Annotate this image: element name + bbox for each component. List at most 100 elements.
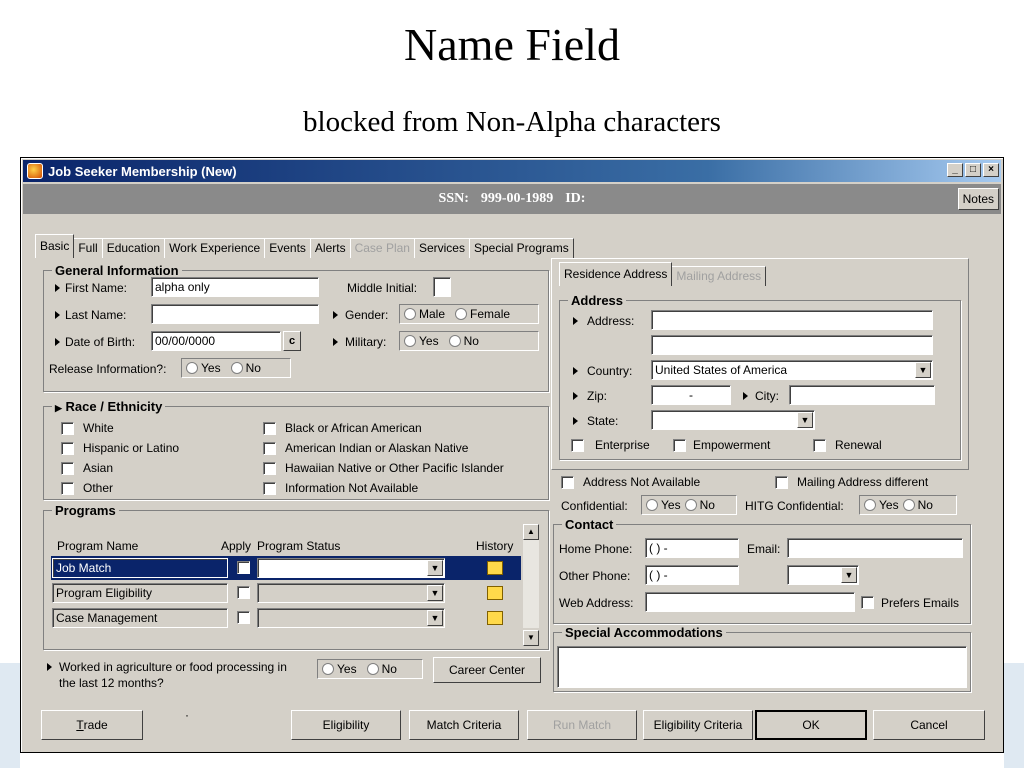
hawaiian-checkbox[interactable] <box>263 462 276 475</box>
scroll-down-icon[interactable]: ▼ <box>523 630 539 646</box>
tab-services[interactable]: Services <box>413 238 470 258</box>
cancel-button[interactable]: Cancel <box>873 710 985 740</box>
minimize-icon[interactable]: _ <box>947 163 963 177</box>
program-name-cell[interactable]: Program Eligibility <box>52 583 228 603</box>
hispanic-label: Hispanic or Latino <box>83 441 180 455</box>
tab-events[interactable]: Events <box>264 238 311 258</box>
country-select[interactable]: United States of America ▼ <box>651 360 933 380</box>
address-line2-input[interactable] <box>651 335 933 355</box>
renewal-checkbox[interactable] <box>813 439 826 452</box>
tab-work-experience[interactable]: Work Experience <box>164 238 266 258</box>
ok-button[interactable]: OK <box>755 710 867 740</box>
tab-residence-address[interactable]: Residence Address <box>559 262 673 286</box>
eligibility-button[interactable]: Eligibility <box>291 710 401 740</box>
tab-alerts[interactable]: Alerts <box>309 238 351 258</box>
first-name-input[interactable]: alpha only <box>151 277 319 297</box>
calendar-button[interactable]: c <box>283 331 301 351</box>
ssn-value: 999-00-1989 <box>480 191 554 206</box>
city-input[interactable] <box>789 385 935 405</box>
release-yes-radio[interactable]: Yes <box>186 361 221 375</box>
run-match-button[interactable]: Run Match <box>527 710 637 740</box>
special-accommodations-textarea[interactable] <box>557 646 967 688</box>
history-folder-icon[interactable] <box>487 586 503 600</box>
notes-button[interactable]: Notes <box>957 188 999 210</box>
enterprise-checkbox[interactable] <box>571 439 584 452</box>
confidential-no-radio[interactable]: No <box>684 498 715 512</box>
slide-title: Name Field <box>404 19 620 70</box>
military-yes-radio[interactable]: Yes <box>404 334 439 348</box>
history-folder-icon[interactable] <box>487 561 503 575</box>
chevron-down-icon[interactable]: ▼ <box>797 412 813 428</box>
programs-group: Programs <box>43 503 549 650</box>
history-folder-icon[interactable] <box>487 611 503 625</box>
scrollbar-track[interactable] <box>523 540 539 628</box>
program-name-cell[interactable]: Job Match <box>52 558 228 578</box>
military-no-radio[interactable]: No <box>448 334 479 348</box>
prefers-emails-checkbox[interactable] <box>861 596 874 609</box>
address-tabs: Residence Address Mailing Address <box>559 262 767 286</box>
chevron-down-icon[interactable]: ▼ <box>427 610 443 626</box>
agri-yes-radio[interactable]: Yes <box>322 662 357 676</box>
trade-button[interactable]: Trade <box>41 710 143 740</box>
scroll-up-icon[interactable]: ▲ <box>523 524 539 540</box>
last-name-input[interactable] <box>151 304 319 324</box>
white-checkbox[interactable] <box>61 422 74 435</box>
program-status-select[interactable]: ▼ <box>257 608 445 628</box>
phone-type-select[interactable]: ▼ <box>787 565 859 585</box>
gender-female-radio[interactable]: Female <box>455 307 510 321</box>
tab-mailing-address[interactable]: Mailing Address <box>671 266 767 286</box>
maximize-icon[interactable]: □ <box>965 163 981 177</box>
apply-checkbox[interactable] <box>237 561 250 574</box>
web-address-input[interactable] <box>645 592 855 612</box>
state-select[interactable]: ▼ <box>651 410 815 430</box>
tab-case-plan[interactable]: Case Plan <box>349 238 415 258</box>
address-not-available-checkbox[interactable] <box>561 476 574 489</box>
hispanic-checkbox[interactable] <box>61 442 74 455</box>
program-status-select[interactable]: ▼ <box>257 558 445 578</box>
career-center-button[interactable]: Career Center <box>433 657 541 683</box>
eligibility-criteria-button[interactable]: Eligibility Criteria <box>643 710 753 740</box>
home-phone-input[interactable]: ( ) - <box>645 538 739 558</box>
agri-no-radio[interactable]: No <box>366 662 397 676</box>
chevron-down-icon[interactable]: ▼ <box>427 585 443 601</box>
release-no-radio[interactable]: No <box>230 361 261 375</box>
asian-checkbox[interactable] <box>61 462 74 475</box>
prefers-emails-label: Prefers Emails <box>881 596 960 610</box>
dob-input[interactable]: 00/00/0000 <box>151 331 281 351</box>
tab-full[interactable]: Full <box>73 238 103 258</box>
required-arrow-icon <box>573 317 578 325</box>
other-phone-input[interactable]: ( ) - <box>645 565 739 585</box>
close-icon[interactable]: × <box>983 163 999 177</box>
american-indian-label: American Indian or Alaskan Native <box>285 441 469 455</box>
empowerment-checkbox[interactable] <box>673 439 686 452</box>
match-criteria-button[interactable]: Match Criteria <box>409 710 519 740</box>
black-checkbox[interactable] <box>263 422 276 435</box>
chevron-down-icon[interactable]: ▼ <box>915 362 931 378</box>
program-name-cell[interactable]: Case Management <box>52 608 228 628</box>
apply-checkbox[interactable] <box>237 611 250 624</box>
release-info-label: Release Information?: <box>49 362 167 376</box>
chevron-down-icon[interactable]: ▼ <box>841 567 857 583</box>
hitg-no-radio[interactable]: No <box>902 498 933 512</box>
tab-basic[interactable]: Basic <box>35 234 75 258</box>
program-status-select[interactable]: ▼ <box>257 583 445 603</box>
email-input[interactable] <box>787 538 963 558</box>
main-tabs: Basic Full Education Work Experience Eve… <box>35 234 574 258</box>
middle-initial-input[interactable] <box>433 277 451 297</box>
tab-education[interactable]: Education <box>101 238 166 258</box>
title-bar[interactable]: Job Seeker Membership (New) _ □ × <box>23 160 1001 182</box>
other-race-checkbox[interactable] <box>61 482 74 495</box>
confidential-yes-radio[interactable]: Yes <box>646 498 681 512</box>
address-line1-input[interactable] <box>651 310 933 330</box>
zip-input[interactable]: - <box>651 385 731 405</box>
american-indian-checkbox[interactable] <box>263 442 276 455</box>
mailing-different-checkbox[interactable] <box>775 476 788 489</box>
chevron-down-icon[interactable]: ▼ <box>427 560 443 576</box>
empowerment-label: Empowerment <box>693 438 771 452</box>
apply-checkbox[interactable] <box>237 586 250 599</box>
info-not-available-checkbox[interactable] <box>263 482 276 495</box>
gender-male-radio[interactable]: Male <box>404 307 445 321</box>
email-label: Email: <box>747 542 781 556</box>
hitg-yes-radio[interactable]: Yes <box>864 498 899 512</box>
tab-special-programs[interactable]: Special Programs <box>468 238 574 258</box>
